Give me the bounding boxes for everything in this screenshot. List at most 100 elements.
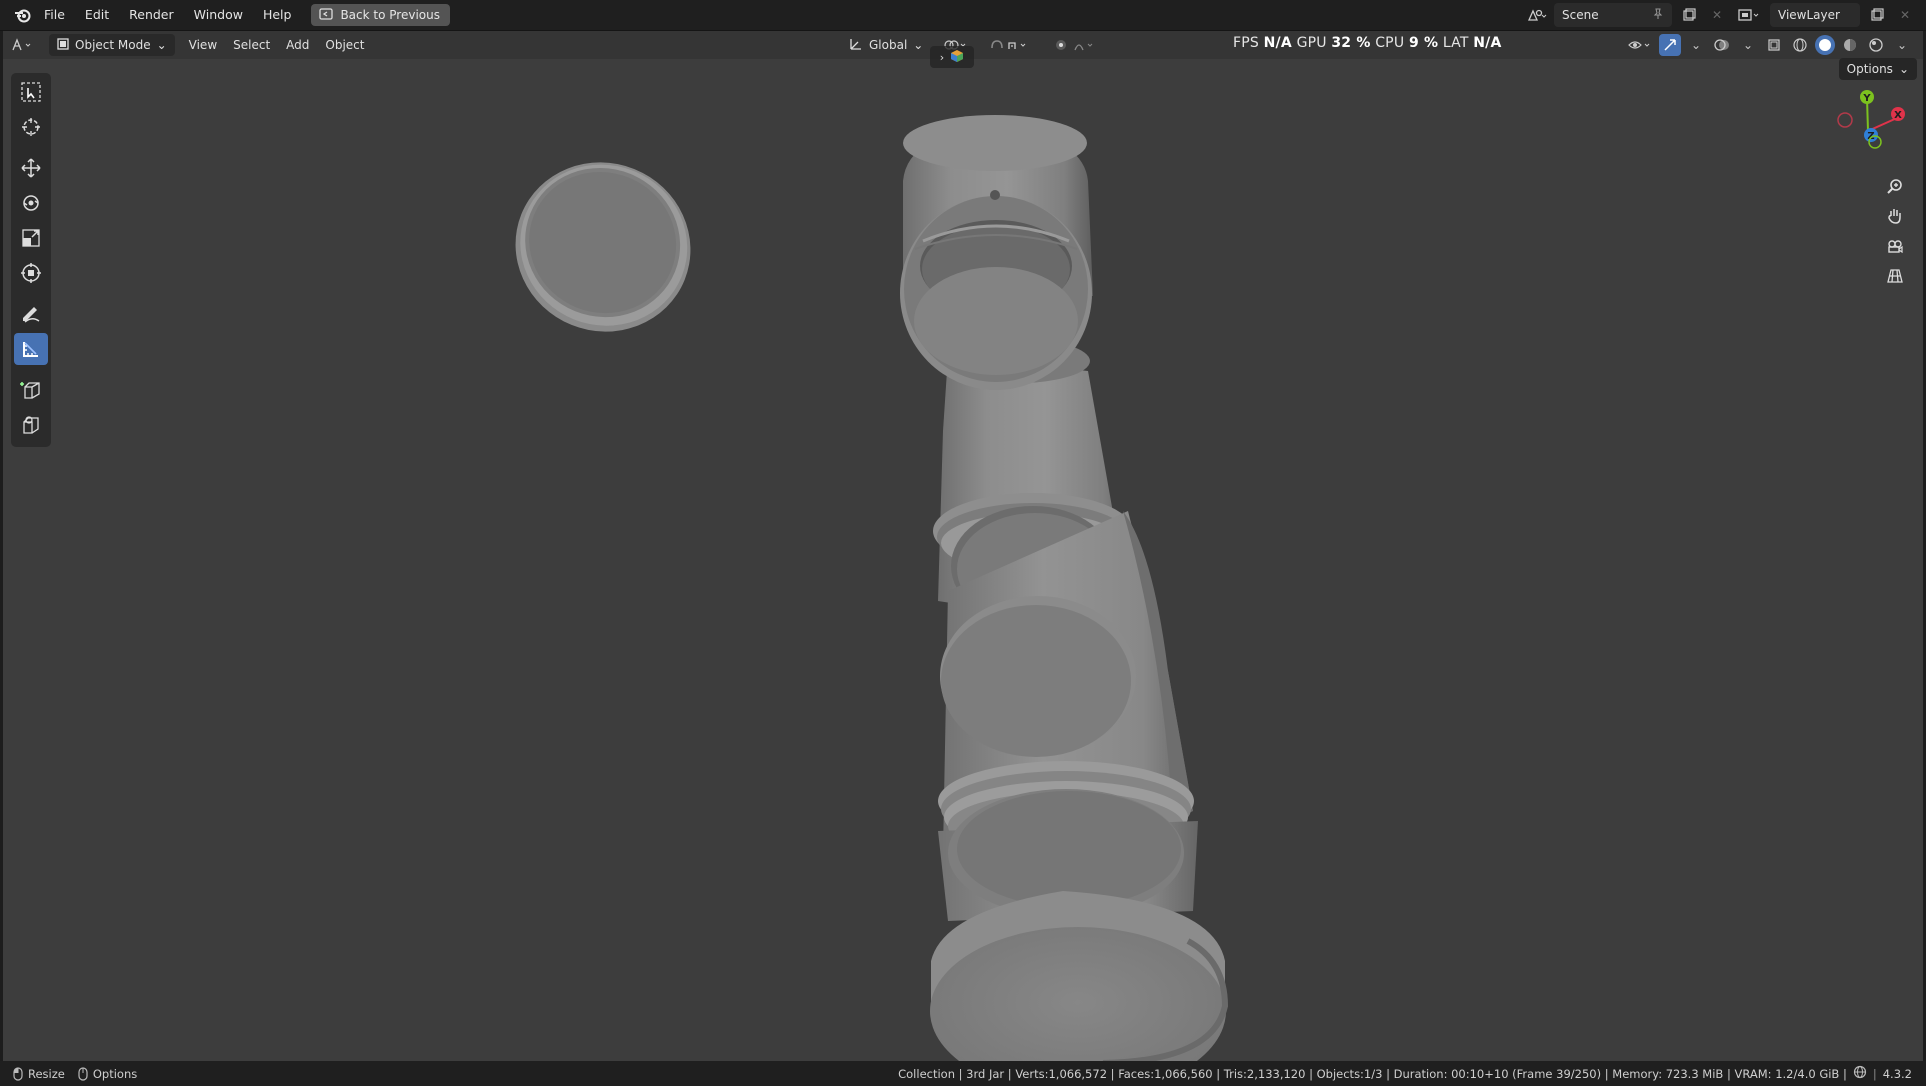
tool-shelf — [11, 73, 51, 447]
chevron-down-icon: ⌄ — [1898, 62, 1909, 76]
fps-label: FPS — [1233, 35, 1259, 51]
overlay-toggle-icon[interactable] — [1711, 34, 1733, 56]
options-hint: Options — [77, 1067, 137, 1081]
scene-info-text: Collection | 3rd Jar | Verts:1,066,572 |… — [898, 1066, 1847, 1081]
delete-view-layer-icon[interactable]: ✕ — [1894, 4, 1916, 26]
extrude-tool-icon[interactable] — [14, 409, 48, 441]
view-layer-name: ViewLayer — [1778, 8, 1840, 22]
menu-window[interactable]: Window — [184, 3, 253, 27]
object-mode-dropdown[interactable]: Object Mode ⌄ — [49, 34, 175, 56]
wireframe-shading-icon[interactable] — [1789, 34, 1811, 56]
lat-value: N/A — [1473, 35, 1502, 51]
back-to-previous-label: Back to Previous — [340, 8, 440, 22]
cursor-tool-icon[interactable] — [14, 111, 48, 143]
xray-toggle-icon[interactable] — [1763, 34, 1785, 56]
menu-help[interactable]: Help — [253, 3, 302, 27]
lat-label: LAT — [1442, 35, 1469, 51]
scale-tool-icon[interactable] — [14, 222, 48, 254]
rendered-shading-icon[interactable] — [1865, 34, 1887, 56]
perspective-toggle-icon[interactable] — [1881, 263, 1909, 289]
measure-tool-icon[interactable] — [14, 333, 48, 365]
view-layer-selector-icon[interactable] — [1734, 4, 1764, 26]
view-navigation-buttons — [1881, 173, 1909, 289]
bottom-cap — [930, 891, 1229, 1061]
new-view-layer-icon[interactable] — [1866, 4, 1888, 26]
scene-selector-icon[interactable] — [1526, 4, 1548, 26]
menu-file[interactable]: File — [34, 3, 75, 27]
fps-value: N/A — [1263, 35, 1292, 51]
asset-shelf-toggle[interactable]: › — [930, 46, 974, 68]
options-dropdown[interactable]: Options ⌄ — [1838, 58, 1917, 80]
mouse-icon — [78, 1066, 88, 1081]
top-menu-bar: File Edit Render Window Help Back to Pre… — [0, 0, 1926, 31]
top-right-controls: Scene ✕ ViewLayer ✕ — [1526, 3, 1916, 27]
3d-viewport[interactable]: Object Mode ⌄ View Select Add Object Glo… — [3, 31, 1923, 1061]
viewport-shading-controls: ⌄ ⌄ ⌄ — [1625, 34, 1913, 56]
view-layer-field[interactable]: ViewLayer — [1770, 3, 1860, 27]
visibility-icon[interactable] — [1625, 34, 1655, 56]
zoom-icon[interactable] — [1881, 173, 1909, 199]
object-mode-label: Object Mode — [75, 38, 151, 52]
mouse-icon — [13, 1066, 23, 1081]
pan-hand-icon[interactable] — [1881, 203, 1909, 229]
object-mode-icon — [57, 37, 69, 53]
scene-statistics: Collection | 3rd Jar | Verts:1,066,572 |… — [898, 1065, 1912, 1082]
loose-lid — [515, 162, 691, 332]
scene-render[interactable] — [3, 31, 1923, 1061]
back-icon — [319, 7, 334, 23]
material-shading-icon[interactable] — [1839, 34, 1861, 56]
gizmo-toggle-icon[interactable] — [1659, 34, 1681, 56]
delete-scene-icon[interactable]: ✕ — [1706, 4, 1728, 26]
pin-icon[interactable] — [1652, 8, 1664, 23]
asset-cube-icon — [950, 49, 964, 66]
select-box-tool-icon[interactable] — [14, 76, 48, 108]
scene-name-field[interactable]: Scene — [1554, 3, 1672, 27]
blender-version: 4.3.2 — [1882, 1066, 1912, 1081]
menu-select[interactable]: Select — [225, 34, 278, 56]
x-axis-label: X — [1894, 110, 1902, 121]
menu-view[interactable]: View — [181, 34, 225, 56]
menu-edit[interactable]: Edit — [75, 3, 119, 27]
blender-logo-icon[interactable] — [12, 4, 34, 26]
options-hint-label: Options — [92, 1066, 138, 1081]
proportional-editing-icon[interactable] — [1045, 34, 1105, 56]
editor-type-button[interactable] — [3, 34, 43, 56]
orientation-icon — [849, 37, 863, 54]
cpu-value: 9 % — [1408, 35, 1439, 51]
resize-label: Resize — [28, 1066, 65, 1081]
gpu-label: GPU — [1296, 35, 1327, 51]
status-bar: Resize Options Collection | 3rd Jar | Ve… — [0, 1061, 1926, 1086]
gpu-value: 32 % — [1331, 35, 1371, 51]
move-tool-icon[interactable] — [14, 152, 48, 184]
scene-name: Scene — [1562, 8, 1599, 22]
menu-add[interactable]: Add — [278, 34, 317, 56]
transform-orientation-dropdown[interactable]: Global ⌄ — [841, 34, 931, 56]
options-label: Options — [1846, 62, 1893, 76]
overlay-dropdown-icon[interactable]: ⌄ — [1737, 34, 1759, 56]
inner-disc — [940, 596, 1136, 757]
rotate-tool-icon[interactable] — [14, 187, 48, 219]
annotate-tool-icon[interactable] — [14, 298, 48, 330]
transform-orientation-label: Global — [869, 38, 908, 52]
navigation-gizmo[interactable]: Y X Z — [1821, 86, 1911, 166]
top-jar — [900, 115, 1093, 390]
gizmo-dropdown-icon[interactable]: ⌄ — [1685, 34, 1707, 56]
transform-tool-icon[interactable] — [14, 257, 48, 289]
back-to-previous-button[interactable]: Back to Previous — [311, 4, 450, 26]
snap-icon[interactable] — [981, 34, 1041, 56]
menu-render[interactable]: Render — [119, 3, 184, 27]
neg-x-axis-icon — [1837, 112, 1853, 128]
add-cube-tool-icon[interactable] — [14, 374, 48, 406]
chevron-right-icon: › — [939, 50, 945, 64]
solid-shading-icon[interactable] — [1815, 35, 1835, 55]
chevron-down-icon: ⌄ — [913, 38, 924, 52]
cpu-label: CPU — [1375, 35, 1405, 51]
new-scene-icon[interactable] — [1678, 4, 1700, 26]
chevron-down-icon: ⌄ — [156, 38, 167, 52]
network-icon — [1853, 1065, 1867, 1082]
shading-dropdown-icon[interactable]: ⌄ — [1891, 34, 1913, 56]
camera-view-icon[interactable] — [1881, 233, 1909, 259]
y-axis-label: Y — [1862, 93, 1871, 104]
performance-stats: FPS N/A GPU 32 % CPU 9 % LAT N/A — [1233, 35, 1502, 51]
menu-object[interactable]: Object — [317, 34, 372, 56]
